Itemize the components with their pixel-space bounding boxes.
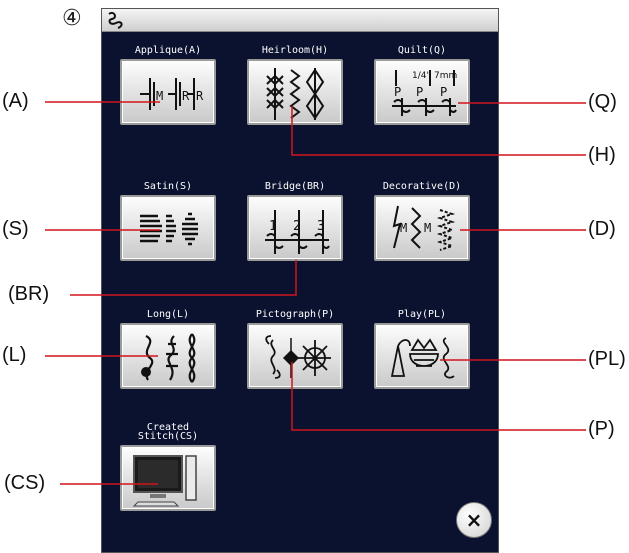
callout-q: (Q) [588, 91, 617, 113]
callout-line-p [291, 362, 586, 431]
callout-h: (H) [588, 144, 616, 166]
callout-l: (L) [2, 344, 27, 366]
callout-line-br [70, 260, 297, 296]
callout-cs: (CS) [4, 472, 46, 494]
callout-d: (D) [588, 218, 616, 240]
callout-a: (A) [2, 90, 29, 112]
callout-s: (S) [2, 218, 29, 240]
callout-line-h [291, 106, 586, 156]
callout-br: (BR) [8, 283, 50, 305]
callout-pl: (PL) [588, 348, 626, 370]
callout-lines [45, 101, 586, 485]
callout-p: (P) [588, 418, 615, 440]
